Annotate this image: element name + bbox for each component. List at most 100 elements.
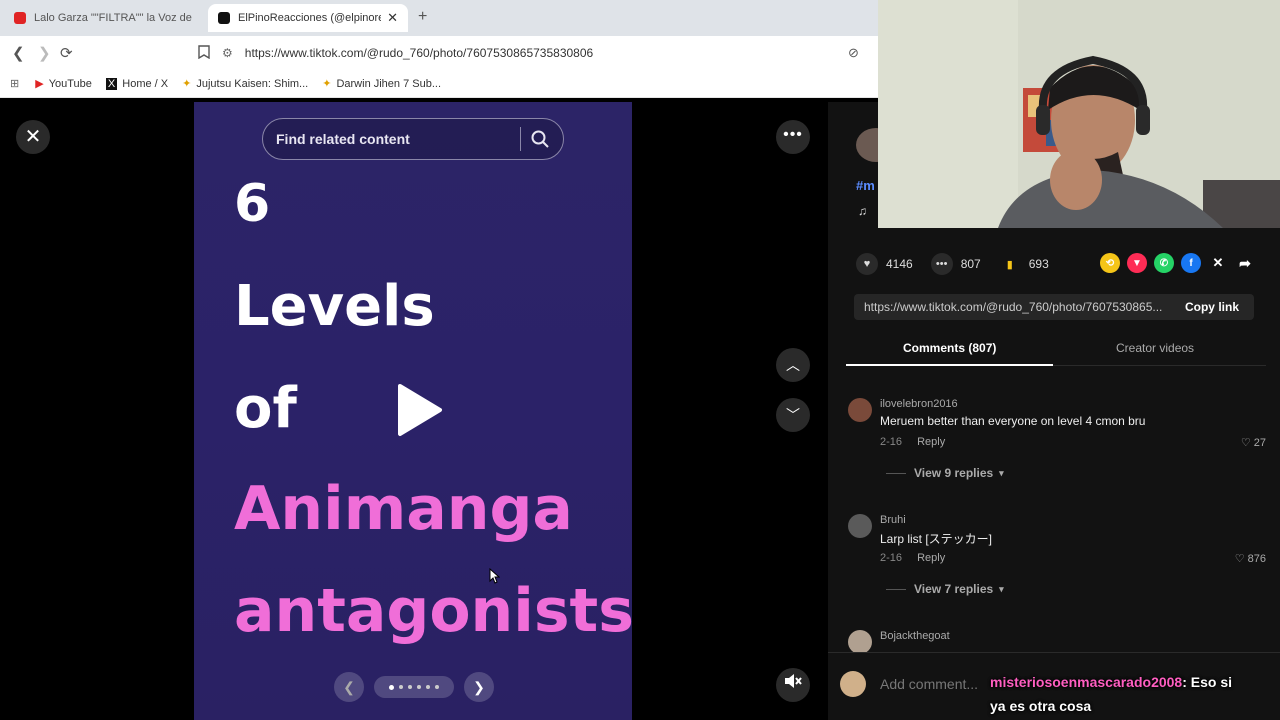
- bookmark-home-x[interactable]: X Home / X: [105, 77, 169, 90]
- screen: { "browser": { "tabs": [ {"title": "Lalo…: [0, 0, 1280, 720]
- heart-outline-icon: ♡: [1234, 553, 1245, 565]
- comment-like-button[interactable]: ♡ 876: [1235, 552, 1266, 565]
- view-replies-label: View 7 replies: [914, 582, 994, 596]
- comment-button[interactable]: ••• 807: [930, 253, 981, 275]
- browser-tab[interactable]: Lalo Garza ""FILTRA"" la Voz de Moro: [4, 4, 204, 32]
- tab-comments[interactable]: Comments (807): [903, 341, 996, 355]
- search-placeholder: Find related content: [276, 131, 410, 147]
- hashtag-link[interactable]: #m: [856, 178, 875, 193]
- chevron-down-icon: ▾: [999, 583, 1004, 594]
- slide-dot: [399, 685, 403, 689]
- slide-dot: [389, 684, 394, 690]
- forward-icon[interactable]: ❯: [38, 44, 51, 62]
- send-icon[interactable]: ▼: [1127, 253, 1147, 273]
- divider: [886, 472, 906, 474]
- slide-dot: [435, 685, 439, 689]
- chevron-down-icon: ▾: [999, 467, 1004, 478]
- reply-button[interactable]: Reply: [917, 436, 945, 448]
- divider: [886, 588, 906, 590]
- mouse-cursor-icon: [488, 567, 501, 589]
- comment-icon: •••: [930, 253, 953, 275]
- reply-button[interactable]: Reply: [917, 552, 945, 564]
- streamer-webcam-image: [878, 0, 1280, 228]
- chat-message: Eso si: [1190, 674, 1233, 690]
- bookmark-label: YouTube: [48, 77, 92, 90]
- comment-like-button[interactable]: ♡ 27: [1241, 436, 1266, 449]
- music-note-icon: ♫: [858, 204, 867, 218]
- tab-creator-videos[interactable]: Creator videos: [1116, 341, 1194, 355]
- browser-toolbar: ❮ ❯ ⟳ ⚙ https://www.tiktok.com/@rudo_760…: [0, 36, 880, 70]
- extension-icon[interactable]: ⊘: [848, 45, 859, 61]
- facebook-icon[interactable]: f: [1181, 253, 1201, 273]
- slide-dot: [417, 685, 421, 689]
- avatar[interactable]: [848, 514, 872, 538]
- avatar[interactable]: [848, 398, 872, 422]
- slide-text-line-accent: antagonists: [234, 576, 632, 646]
- slide-pager: ❮ ❯: [334, 672, 494, 702]
- bookmark-youtube[interactable]: ▶ YouTube: [35, 77, 92, 91]
- panel-tabs: Comments (807) Creator videos: [846, 334, 1266, 366]
- bookmark-jujutsu[interactable]: ✦ Jujutsu Kaisen: Shim...: [182, 77, 308, 91]
- like-button[interactable]: ♥ 4146: [856, 253, 913, 275]
- chat-message-continued: ya es otra cosa: [990, 698, 1092, 714]
- comment-meta: 2-16 Reply: [880, 552, 945, 564]
- webcam-overlay: [878, 0, 1280, 228]
- photo-viewer: ✕ Find related content 6 Levels of Anima…: [0, 102, 828, 720]
- bookmark-page-icon[interactable]: [198, 45, 210, 63]
- back-icon[interactable]: ❮: [12, 44, 25, 62]
- view-replies-button[interactable]: View 9 replies ▾: [886, 466, 1004, 480]
- address-bar[interactable]: ⚙ https://www.tiktok.com/@rudo_760/photo…: [222, 41, 872, 65]
- next-slide-button[interactable]: ❯: [464, 672, 494, 702]
- slide-dot: [426, 685, 430, 689]
- comment-text: Meruem better than everyone on level 4 c…: [880, 414, 1146, 428]
- previous-post-button[interactable]: ︿: [776, 348, 810, 382]
- find-related-search[interactable]: Find related content: [262, 118, 564, 160]
- avatar[interactable]: [848, 630, 872, 654]
- view-replies-button[interactable]: View 7 replies ▾: [886, 582, 1004, 596]
- whatsapp-icon[interactable]: ✆: [1154, 253, 1174, 273]
- like-count: 4146: [886, 257, 913, 271]
- close-tab-icon[interactable]: ✕: [387, 10, 398, 26]
- bookmark-count: 693: [1028, 257, 1049, 271]
- previous-slide-button[interactable]: ❮: [334, 672, 364, 702]
- apps-icon[interactable]: ⊞: [10, 77, 19, 90]
- bookmark-darwin[interactable]: ✦ Darwin Jihen 7 Sub...: [322, 77, 441, 91]
- heart-outline-icon: ♡: [1240, 437, 1251, 449]
- comment-username[interactable]: Bojackthegoat: [880, 630, 950, 642]
- share-link-url[interactable]: https://www.tiktok.com/@rudo_760/photo/7…: [854, 300, 1170, 314]
- photo-slide[interactable]: Find related content 6 Levels of Animang…: [194, 102, 632, 720]
- more-options-button[interactable]: •••: [776, 120, 810, 154]
- avatar: [840, 671, 866, 697]
- active-tab-underline: [846, 364, 1053, 366]
- star-icon: ✦: [182, 78, 192, 90]
- slide-text-line-accent: Animanga: [234, 474, 573, 544]
- x-icon: X: [105, 77, 118, 90]
- share-targets: ⟲ ▼ ✆ f ✕ ➦: [1100, 253, 1255, 273]
- reload-icon[interactable]: ⟳: [60, 44, 73, 62]
- bookmarks-bar: ⊞ ▶ YouTube X Home / X ✦ Jujutsu Kaisen:…: [0, 70, 880, 98]
- share-forward-icon[interactable]: ➦: [1235, 253, 1255, 273]
- next-post-button[interactable]: ﹀: [776, 398, 810, 432]
- chat-separator: :: [1182, 674, 1187, 690]
- site-settings-icon[interactable]: ⚙: [222, 46, 233, 60]
- stream-chat-overlay: misteriosoenmascarado2008: Eso si ya es …: [990, 670, 1280, 718]
- close-viewer-button[interactable]: ✕: [16, 120, 50, 154]
- mute-icon[interactable]: [776, 668, 810, 702]
- repost-icon[interactable]: ⟲: [1100, 253, 1120, 273]
- comment-username[interactable]: Bruhi: [880, 514, 906, 526]
- bookmark-label: Home / X: [122, 77, 169, 90]
- x-share-icon[interactable]: ✕: [1208, 253, 1228, 273]
- comment-username[interactable]: ilovelebron2016: [880, 398, 958, 410]
- bookmark-button[interactable]: ▮ 693: [999, 253, 1049, 275]
- search-icon[interactable]: [530, 129, 550, 152]
- copy-link-button[interactable]: Copy link: [1170, 300, 1254, 314]
- chat-username: misteriosoenmascarado2008: [990, 674, 1183, 690]
- slide-text-line: 6: [234, 174, 271, 234]
- tiktok-favicon-icon: [218, 12, 230, 24]
- browser-tab-active[interactable]: ElPinoReacciones (@elpinoreac ✕: [208, 4, 408, 32]
- view-replies-label: View 9 replies: [914, 466, 994, 480]
- new-tab-icon[interactable]: +: [418, 8, 427, 26]
- url-text: https://www.tiktok.com/@rudo_760/photo/7…: [244, 46, 594, 60]
- play-icon[interactable]: [396, 382, 444, 443]
- youtube-favicon-icon: [14, 12, 26, 24]
